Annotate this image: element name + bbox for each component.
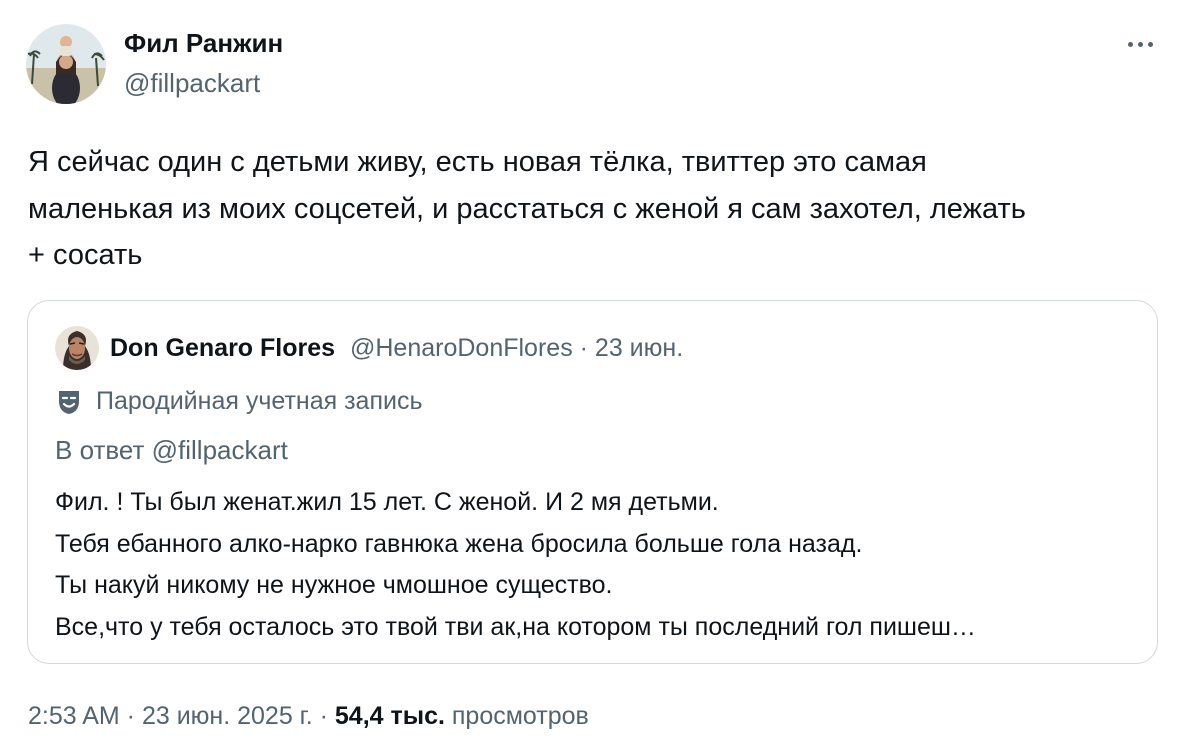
tweet-text: Я сейчас один с детьми живу, есть новая … [28, 139, 1168, 279]
quoted-tweet-card[interactable]: Don Genaro Flores @HenaroDonFlores · 23 … [27, 300, 1158, 664]
quote-separator: · [572, 334, 595, 362]
reply-mention-link[interactable]: @fillpackart [152, 435, 288, 465]
tweet-text-line: маленькая из моих соцсетей, и расстаться… [28, 192, 1026, 225]
quote-body-line: Фил. ! Ты был женат.жил 15 лет. С женой.… [55, 488, 719, 516]
quote-date[interactable]: 23 июн. [595, 334, 683, 362]
more-horizontal-icon [1127, 41, 1153, 47]
quote-body: Фил. ! Ты был женат.жил 15 лет. С женой.… [55, 482, 1135, 648]
parody-label-text: Пародийная учетная запись [96, 387, 423, 415]
tweet-text-line: + сосать [28, 239, 143, 271]
tweet-metadata: 2:53 AM · 23 июн. 2025 г. · 54,4 тыс. пр… [28, 702, 589, 731]
quote-body-line: Ты накуй никому не нужное чмошное сущест… [55, 571, 613, 599]
quote-author-name[interactable]: Don Genaro Flores [110, 334, 335, 362]
tweet-text-line: Я сейчас один с детьми живу, есть новая … [28, 146, 927, 178]
theater-mask-icon [56, 388, 82, 416]
parody-account-label: Пародийная учетная запись [56, 387, 422, 416]
quote-author-avatar-image [55, 326, 99, 370]
author-name[interactable]: Фил Ранжин [124, 28, 283, 59]
tweet-timestamp[interactable]: 2:53 AM · 23 июн. 2025 г. · [28, 702, 335, 730]
more-options-button[interactable] [1118, 34, 1162, 54]
author-avatar-image [26, 24, 106, 104]
author-avatar[interactable] [26, 24, 106, 104]
quote-header: Don Genaro Flores @HenaroDonFlores · 23 … [110, 334, 683, 363]
author-handle[interactable]: @fillpackart [124, 68, 260, 99]
views-count: 54,4 тыс. [334, 702, 445, 730]
quote-body-line: Все,что у тебя осталось это твой тви ак,… [55, 612, 976, 641]
quote-author-avatar[interactable] [55, 326, 99, 370]
reply-prefix: В ответ [55, 435, 152, 465]
quote-author-handle[interactable]: @HenaroDonFlores [350, 334, 573, 362]
reply-context: В ответ @fillpackart [55, 435, 288, 466]
views-label: просмотров [444, 702, 589, 730]
quote-body-line: Тебя ебанного алко-нарко гавнюка жена бр… [55, 529, 863, 558]
